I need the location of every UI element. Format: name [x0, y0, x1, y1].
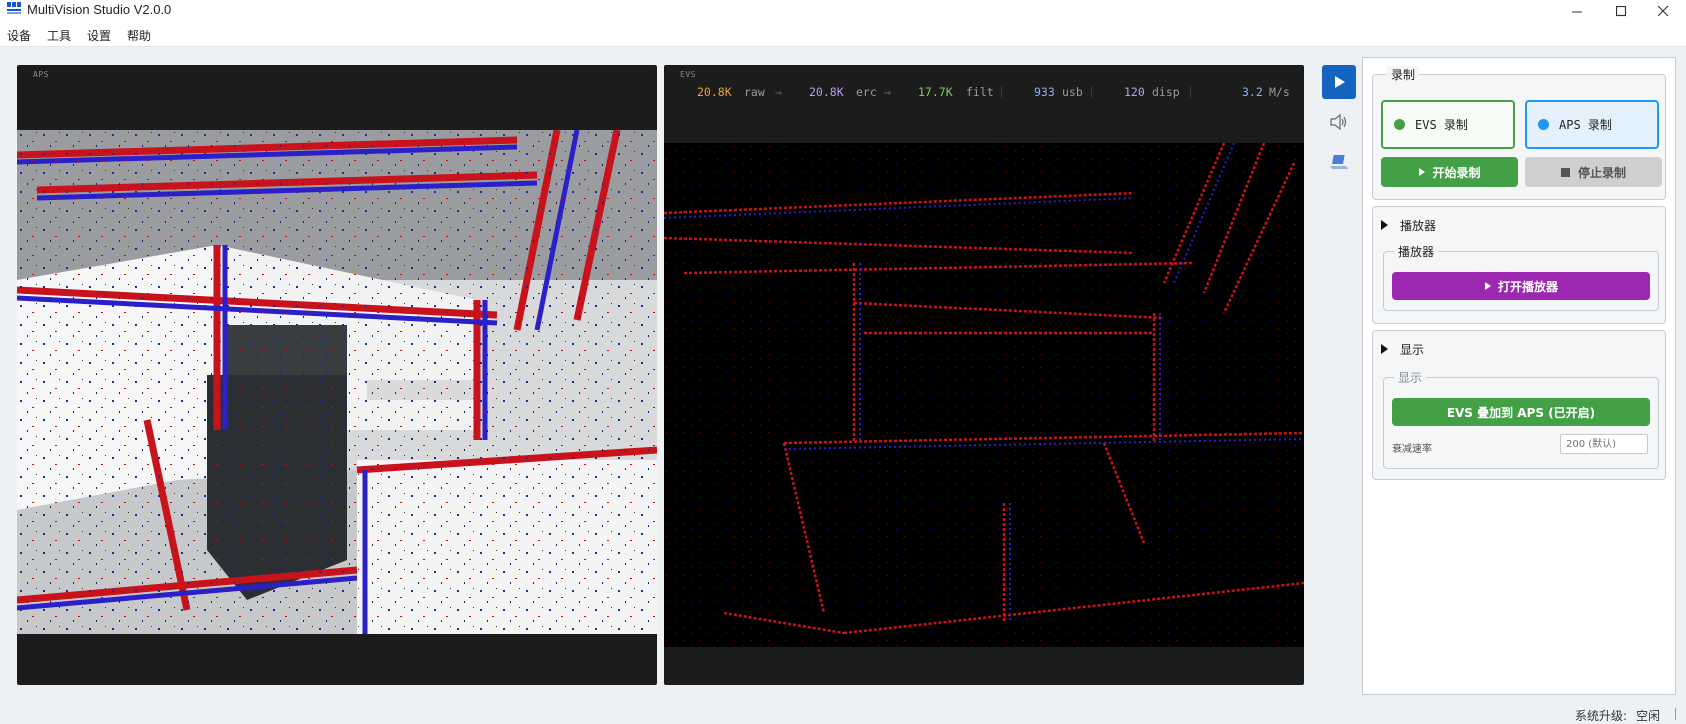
aps-status-dot	[1538, 119, 1549, 130]
erc-rate: 20.8K	[809, 85, 844, 99]
stop-recording-button[interactable]: 停止录制	[1525, 157, 1662, 187]
raw-rate: 20.8K	[697, 85, 732, 99]
filt-label: filt	[966, 85, 994, 99]
status-bar: 系统升级: 空闲	[0, 705, 1686, 723]
stats-divider	[1001, 86, 1002, 98]
window-title: MultiVision Studio V2.0.0	[27, 2, 172, 17]
recording-group-title: 录制	[1387, 66, 1420, 83]
disp-label: disp	[1152, 85, 1180, 99]
menu-settings[interactable]: 设置	[87, 27, 111, 44]
arrow-icon: →	[884, 85, 891, 99]
evs-overlay-label: EVS 叠加到 APS (已开启)	[1446, 405, 1596, 420]
evs-frame	[664, 143, 1304, 647]
title-bar: MultiVision Studio V2.0.0	[0, 0, 1686, 22]
player-section-header[interactable]: 播放器	[1373, 213, 1665, 237]
disp-rate: 120	[1124, 85, 1145, 99]
evs-record-toggle[interactable]: EVS 录制	[1381, 100, 1515, 149]
play-icon	[1484, 282, 1491, 290]
menu-tools[interactable]: 工具	[47, 27, 71, 44]
stop-recording-label: 停止录制	[1577, 165, 1626, 180]
laptop-icon[interactable]	[1322, 145, 1356, 179]
display-group-title: 显示	[1394, 369, 1427, 386]
usb-label: usb	[1062, 85, 1083, 99]
evs-overlay-button[interactable]: EVS 叠加到 APS (已开启)	[1392, 398, 1650, 426]
evs-stats-bar: 20.8K raw → 20.8K erc → 17.7K filt 933 u…	[664, 82, 1304, 102]
evs-view-label: EVS	[680, 70, 696, 79]
aps-scene	[17, 130, 657, 634]
aps-view-label: APS	[33, 70, 49, 79]
stats-divider	[1091, 86, 1092, 98]
aps-viewer[interactable]: APS	[17, 65, 657, 685]
maximize-icon[interactable]	[1598, 0, 1644, 22]
display-group: 显示 EVS 叠加到 APS (已开启) 衰减速率	[1383, 369, 1659, 469]
speaker-icon[interactable]	[1322, 105, 1356, 139]
app-logo-icon	[6, 1, 22, 15]
minimize-icon[interactable]	[1554, 0, 1600, 22]
play-icon	[1419, 168, 1426, 176]
control-panel: 录制 EVS 录制 APS 录制 开始录制 停止录制 播放器 播放器 打开播放器	[1362, 57, 1676, 695]
throughput-value: 3.2	[1242, 85, 1263, 99]
open-player-label: 打开播放器	[1497, 279, 1558, 294]
aps-frame	[17, 130, 657, 634]
player-section-title: 播放器	[1400, 218, 1437, 233]
upgrade-status-label: 系统升级:	[1575, 709, 1628, 723]
play-icon[interactable]	[1322, 65, 1356, 99]
throughput-unit: M/s	[1269, 85, 1290, 99]
aps-record-label: APS 录制	[1559, 118, 1612, 132]
filt-rate: 17.7K	[918, 85, 953, 99]
evs-scene	[664, 143, 1304, 647]
usb-rate: 933	[1034, 85, 1055, 99]
arrow-icon: →	[775, 85, 782, 99]
evs-status-dot	[1394, 119, 1405, 130]
display-section-header[interactable]: 显示	[1373, 337, 1665, 361]
evs-viewer[interactable]: EVS 20.8K raw → 20.8K erc → 17.7K filt 9…	[664, 65, 1304, 685]
recording-group: 录制 EVS 录制 APS 录制 开始录制 停止录制	[1372, 66, 1666, 200]
decay-rate-label: 衰减速率	[1392, 444, 1432, 455]
status-divider	[1675, 708, 1676, 720]
expand-triangle-icon	[1381, 344, 1388, 354]
player-group-title: 播放器	[1394, 243, 1439, 260]
open-player-button[interactable]: 打开播放器	[1392, 272, 1650, 300]
decay-rate-input[interactable]	[1560, 434, 1648, 454]
display-section-title: 显示	[1400, 342, 1425, 357]
stats-divider	[1190, 86, 1191, 98]
expand-triangle-icon	[1381, 220, 1388, 230]
menu-device[interactable]: 设备	[7, 27, 31, 44]
stop-icon	[1560, 167, 1570, 177]
upgrade-status-value: 空闲	[1636, 709, 1661, 723]
raw-label: raw	[744, 85, 765, 99]
evs-record-label: EVS 录制	[1415, 118, 1468, 132]
close-icon[interactable]	[1640, 0, 1686, 22]
erc-label: erc	[856, 85, 877, 99]
display-section: 显示 显示 EVS 叠加到 APS (已开启) 衰减速率	[1372, 330, 1666, 480]
start-recording-button[interactable]: 开始录制	[1381, 157, 1518, 187]
menu-bar: 设备 工具 设置 帮助	[0, 22, 1686, 47]
aps-record-toggle[interactable]: APS 录制	[1525, 100, 1659, 149]
start-recording-label: 开始录制	[1432, 165, 1481, 180]
player-group: 播放器 打开播放器	[1383, 243, 1659, 311]
player-section: 播放器 播放器 打开播放器	[1372, 206, 1666, 324]
menu-help[interactable]: 帮助	[127, 27, 151, 44]
